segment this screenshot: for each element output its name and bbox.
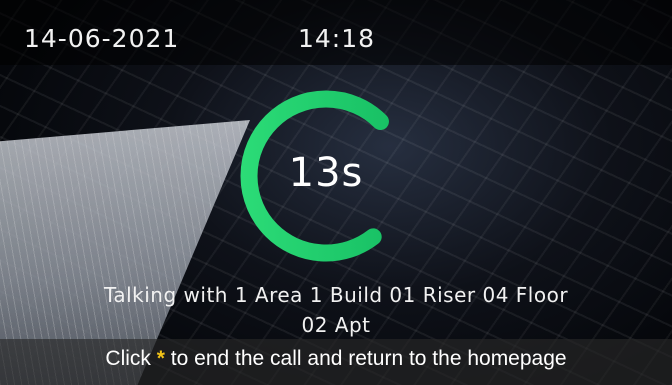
timer-value: 13s <box>288 150 364 196</box>
time-label: 14:18 <box>298 24 376 53</box>
end-call-hint: Click * to end the call and return to th… <box>0 347 672 371</box>
status-bar: 14-06-2021 14:18 <box>0 0 672 65</box>
talking-line-1: Talking with 1 Area 1 Build 01 Riser 04 … <box>103 283 569 307</box>
intercom-call-screen: 14-06-2021 14:18 13s Talking with 1 Area… <box>0 0 672 385</box>
hint-bar: Click * to end the call and return to th… <box>0 339 672 385</box>
date-label: 14-06-2021 <box>24 24 180 53</box>
talking-line-2: 02 Apt <box>301 313 371 337</box>
talking-with-label: Talking with 1 Area 1 Build 01 Riser 04 … <box>20 280 652 340</box>
call-timer: 13s <box>236 86 416 266</box>
hint-suffix: to end the call and return to the homepa… <box>170 347 567 370</box>
hint-prefix: Click <box>105 347 151 370</box>
star-key: * <box>156 347 165 370</box>
